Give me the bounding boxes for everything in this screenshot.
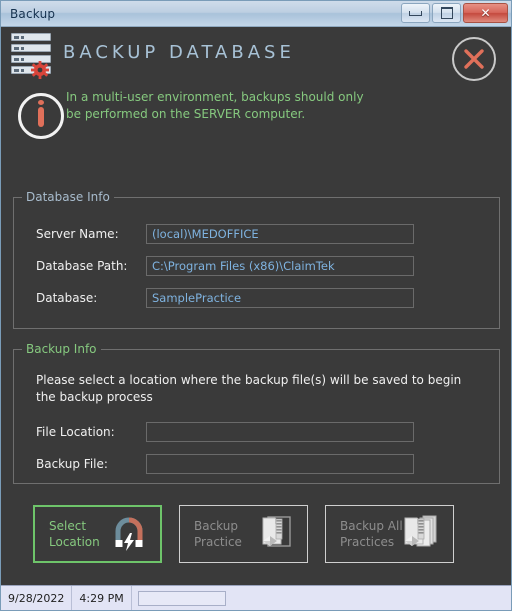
magnet-icon: [110, 513, 148, 555]
status-date: 9/28/2022: [1, 586, 73, 610]
status-bar: 9/28/2022 4:29 PM: [1, 585, 511, 610]
backup-instructions: Please select a location where the backu…: [36, 373, 462, 404]
status-time: 4:29 PM: [72, 586, 132, 610]
backup-file-input[interactable]: [146, 454, 414, 474]
backup-all-label-line1: Backup All: [340, 519, 403, 533]
notice-text: In a multi-user environment, backups sho…: [66, 90, 364, 121]
database-field[interactable]: SamplePractice: [146, 288, 414, 308]
title-bar: Backup ✕: [1, 1, 511, 27]
backup-practice-label-line2: Practice: [194, 535, 242, 549]
action-buttons: Select Location Backup Practice Backup A…: [1, 505, 512, 577]
backup-practice-button[interactable]: Backup Practice: [179, 505, 308, 563]
file-location-input[interactable]: [146, 422, 414, 442]
backup-file-label: Backup File:: [36, 457, 108, 471]
backup-info-legend: Backup Info: [22, 342, 101, 356]
minimize-icon: [409, 10, 422, 16]
server-name-label: Server Name:: [36, 227, 119, 241]
minimize-button[interactable]: [401, 3, 430, 23]
zip-file-icon: [255, 512, 295, 556]
backup-all-practices-button[interactable]: Backup All Practices: [325, 505, 454, 563]
close-button[interactable]: ✕: [463, 3, 508, 23]
backup-info-group: Backup Info Please select a location whe…: [13, 342, 500, 484]
zip-files-icon: [399, 512, 441, 556]
database-path-label: Database Path:: [36, 259, 128, 273]
close-circle-x-icon[interactable]: [452, 37, 496, 81]
form-body: BACKUP DATABASE In a multi-user environm…: [1, 27, 511, 585]
server-database-gear-icon: [9, 31, 59, 81]
backup-practice-label-line1: Backup: [194, 519, 238, 533]
file-location-label: File Location:: [36, 425, 115, 439]
server-name-field[interactable]: (local)\MEDOFFICE: [146, 224, 414, 244]
window-controls: ✕: [401, 3, 508, 23]
close-x-icon: ✕: [480, 6, 491, 20]
notice-banner: In a multi-user environment, backups sho…: [1, 87, 511, 145]
info-icon: [18, 93, 64, 139]
select-location-label-line1: Select: [49, 519, 87, 533]
database-info-group: Database Info Server Name: (local)\MEDOF…: [13, 190, 500, 329]
select-location-button[interactable]: Select Location: [33, 505, 162, 563]
page-header: BACKUP DATABASE: [1, 27, 511, 85]
page-title: BACKUP DATABASE: [63, 42, 295, 63]
database-info-legend: Database Info: [22, 190, 114, 204]
window-title: Backup: [10, 6, 56, 21]
maximize-icon: [440, 7, 453, 19]
database-path-field[interactable]: C:\Program Files (x86)\ClaimTek: [146, 256, 414, 276]
backup-all-label-line2: Practices: [340, 535, 395, 549]
status-progress-bar: [137, 590, 226, 606]
database-label: Database:: [36, 291, 98, 305]
backup-window: Backup ✕ BACKUP DATABASE In a multi-user…: [0, 0, 512, 611]
select-location-label-line2: Location: [49, 535, 100, 549]
maximize-button[interactable]: [432, 3, 461, 23]
